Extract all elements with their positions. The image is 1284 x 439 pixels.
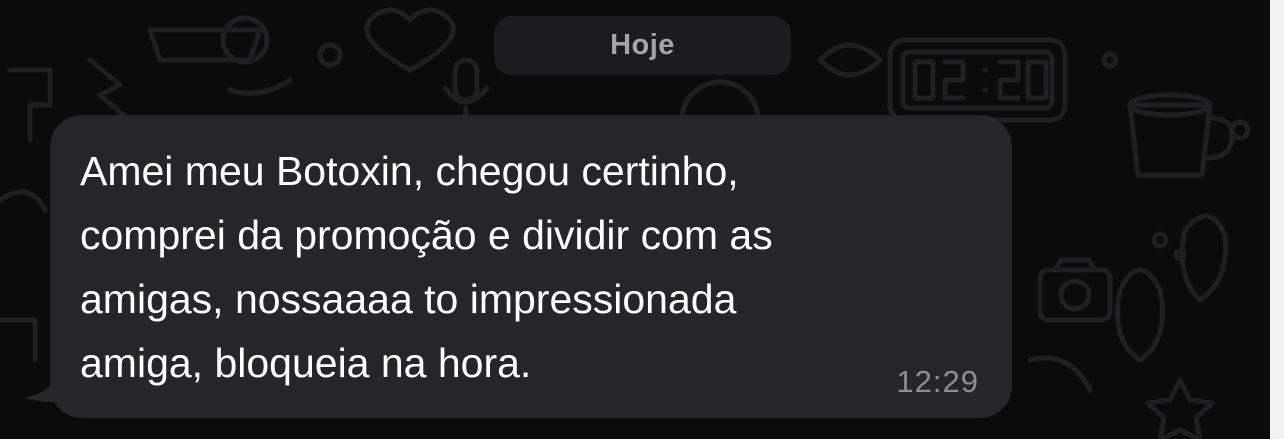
message-line: Amei meu Botoxin, chegou certinho, [80,148,739,194]
message-line: amiga, bloqueia na hora. [80,340,532,386]
date-divider-label: Hoje [610,29,675,61]
coffee-cup-icon [1127,92,1235,178]
clock-icon [887,37,1068,123]
microphone-icon [442,57,490,125]
message-line: amigas, nossaaaa to impressionada [80,276,737,322]
chat-conversation-area[interactable]: Hoje Amei meu Botoxin, chegou certinho, … [0,0,1284,439]
message-text: Amei meu Botoxin, chegou certinho, compr… [80,139,980,395]
heart-icon [364,7,456,73]
flip-flop-icon [1115,213,1229,363]
date-divider: Hoje [494,16,791,75]
message-line: comprei da promoção e dividir com as [80,212,773,258]
message-timestamp: 12:29 [896,364,979,399]
camera-icon [1037,257,1113,323]
star-icon [1145,377,1215,439]
incoming-message-bubble[interactable]: Amei meu Botoxin, chegou certinho, compr… [50,115,1012,418]
scrollbar[interactable] [1270,0,1284,439]
